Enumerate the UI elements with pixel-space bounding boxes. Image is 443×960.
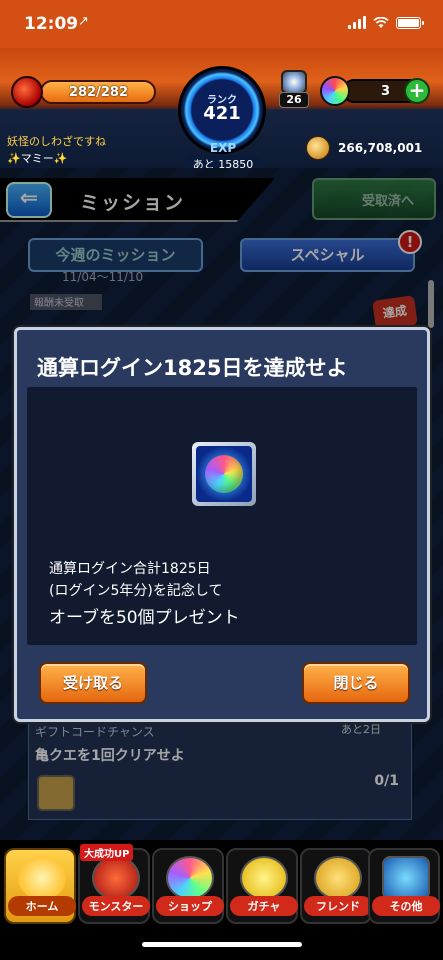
status-icons (348, 16, 424, 29)
player-name: ✨マミー✨ (7, 152, 68, 165)
scrollbar[interactable] (428, 280, 434, 328)
description-line-2: (ログイン5年分)を記念して (49, 583, 223, 599)
nav-home[interactable]: ホーム (4, 848, 76, 924)
alert-badge: ! (398, 230, 422, 254)
page-title: ミッション (80, 192, 186, 214)
exp-info: EXP あと 15850 (186, 141, 260, 173)
nav-gacha-label: ガチャ (230, 896, 298, 916)
orb-reward-icon (205, 455, 243, 493)
mission-card[interactable]: ギフトコードチャンス あと2日 亀クエを1回クリアせよ 0/1 (28, 720, 412, 820)
close-button[interactable]: 閉じる (302, 662, 410, 704)
nav-other[interactable]: その他 (368, 848, 440, 924)
orb-count: 3 (380, 84, 390, 99)
shop-orb-icon (166, 856, 214, 900)
home-indicator[interactable] (142, 942, 302, 947)
achieved-badge: 達成 (372, 295, 418, 331)
promo-badge: 大成功UP (80, 844, 134, 861)
monster-icon (92, 856, 140, 900)
luck-gem-icon (281, 70, 307, 94)
friend-icon (314, 856, 362, 900)
luck-item[interactable]: 26 (277, 70, 311, 108)
mission-name: 亀クエを1回クリアせよ (35, 748, 185, 764)
player-title: 妖怪のしわざですね (7, 135, 106, 148)
time-left: あと2日 (341, 723, 381, 736)
reward-item (192, 442, 256, 506)
tab-weekly-missions[interactable]: 今週のミッション (28, 238, 203, 272)
status-time: 12:09 (24, 14, 79, 34)
week-range: 11/04〜11/10 (62, 270, 144, 284)
tab-special[interactable]: スペシャル (240, 238, 415, 272)
receive-button[interactable]: 受け取る (39, 662, 147, 704)
back-button[interactable]: ⇐ (6, 182, 52, 218)
home-icon (18, 856, 66, 900)
game-header: 282/282 ランク 421 EXP あと 15850 26 3 + 妖怪のし… (0, 48, 443, 173)
wifi-icon (373, 16, 389, 28)
dialog-title: 通算ログイン1825日を達成せよ (37, 356, 348, 380)
stamina-value: 282/282 (68, 85, 128, 100)
received-list-label: 受取済へ (362, 194, 415, 209)
orb-icon (320, 76, 350, 106)
mission-reward-dialog: 通算ログイン1825日を達成せよ 通算ログイン合計1825日 (ログイン5年分)… (14, 327, 430, 722)
battery-icon (396, 16, 424, 29)
gift-code-label: ギフトコードチャンス (35, 725, 155, 739)
uncollected-tag: 報酬未受取 (30, 294, 102, 310)
add-orb-button[interactable]: + (404, 78, 430, 104)
location-arrow-icon: ↗ (78, 14, 89, 29)
ticket-icon (37, 775, 75, 811)
received-list-button[interactable]: 受取済へ (312, 178, 436, 220)
rank-value: 421 (203, 103, 241, 124)
nav-home-label: ホーム (8, 896, 76, 916)
mission-progress: 0/1 (374, 773, 399, 789)
luck-count: 26 (279, 92, 309, 108)
other-icon (382, 856, 430, 900)
coin-count: 266,708,001 (338, 141, 423, 155)
nav-shop-label: ショップ (156, 896, 224, 916)
stamina-icon (11, 76, 43, 108)
stamina-bar[interactable]: 282/282 (40, 80, 156, 104)
description-line-3: オーブを50個プレゼント (49, 608, 240, 628)
nav-shop[interactable]: ショップ (152, 848, 224, 924)
signal-icon (348, 16, 366, 29)
nav-gacha[interactable]: ガチャ (226, 848, 298, 924)
gacha-icon (240, 856, 288, 900)
status-bar: 12:09 ↗ (0, 0, 443, 48)
exp-label: EXP (209, 141, 237, 155)
coin-icon (306, 136, 330, 160)
description-line-1: 通算ログイン合計1825日 (49, 561, 211, 577)
nav-other-label: その他 (372, 896, 440, 916)
nav-monster-label: モンスター (82, 896, 150, 916)
nav-friend-label: フレンド (304, 896, 372, 916)
nav-friend[interactable]: フレンド (300, 848, 372, 924)
